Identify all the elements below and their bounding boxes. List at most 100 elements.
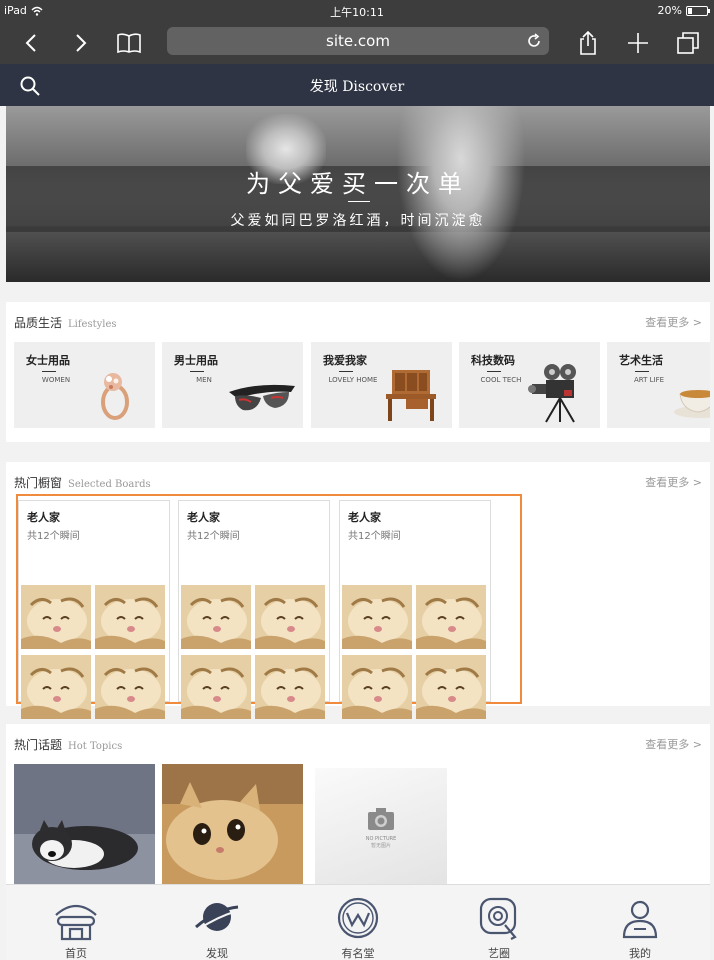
category-divider [190, 371, 204, 372]
hero-background-grass [6, 232, 710, 282]
section-title-cn: 热门话题 [14, 738, 63, 752]
category-subtitle: MEN [196, 376, 212, 384]
boards-section: 热门橱窗 Selected Boards 查看更多 > 老人家 共12个瞬间 老人… [6, 462, 710, 719]
hero-banner[interactable]: 为父爱买一次单 父爱如同巴罗洛红酒，时间沉淀愈 [6, 106, 710, 282]
board-title: 老人家 [348, 511, 381, 524]
board-count: 共12个瞬间 [348, 531, 401, 542]
reload-icon[interactable] [525, 32, 543, 50]
tab-home[interactable]: 首页 [26, 895, 126, 960]
category-title: 男士用品 [174, 354, 218, 367]
section-title: 热门橱窗 Selected Boards [14, 474, 151, 491]
back-icon[interactable] [16, 28, 46, 58]
tab-yiquan[interactable]: 艺圈 [449, 895, 549, 960]
category-subtitle: COOL TECH [480, 376, 522, 384]
tab-label: 我的 [629, 947, 651, 960]
category-divider [42, 371, 56, 372]
tab-label: 艺圈 [488, 947, 510, 960]
husky-puppy-image [14, 764, 155, 884]
section-title: 热门话题 Hot Topics [14, 736, 122, 753]
more-link[interactable]: 查看更多 > [645, 736, 702, 752]
tab-label: 有名堂 [341, 947, 375, 960]
category-card-art[interactable]: 艺术生活 ART LIFE [607, 342, 710, 428]
board-card[interactable]: 老人家 共12个瞬间 [178, 500, 330, 719]
person-icon [622, 900, 658, 939]
board-thumbnail [21, 655, 91, 719]
camera-icon [368, 807, 394, 830]
ring-icon [101, 373, 129, 420]
tab-discover[interactable]: 发现 [167, 895, 267, 960]
board-card[interactable]: 老人家 共12个瞬间 [18, 500, 170, 719]
share-icon[interactable] [573, 28, 603, 58]
topic-card-husky[interactable] [14, 764, 155, 884]
tab-mine[interactable]: 我的 [590, 895, 690, 960]
category-divider [339, 371, 353, 372]
browser-toolbar: site.com [0, 22, 714, 64]
page-title: 发现 Discover [309, 79, 405, 95]
battery-percent: 20% [657, 4, 682, 17]
bookmarks-icon[interactable] [114, 28, 144, 58]
more-link[interactable]: 查看更多 > [645, 314, 702, 330]
board-card[interactable]: 老人家 共12个瞬间 [339, 500, 491, 719]
tab-label: 发现 [206, 947, 228, 960]
board-count: 共12个瞬间 [187, 531, 240, 542]
site-header: 发现 Discover [0, 64, 714, 106]
clock: 上午10:11 [330, 6, 384, 19]
board-thumbnail [95, 655, 165, 719]
status-bar: iPad 上午10:11 20% [0, 0, 714, 22]
board-thumbnail [342, 655, 412, 719]
more-link[interactable]: 查看更多 > [645, 474, 702, 490]
board-title: 老人家 [27, 511, 60, 524]
section-title-cn: 热门橱窗 [14, 476, 63, 490]
planet-icon [195, 903, 239, 931]
board-thumbnail [95, 585, 165, 649]
board-thumbnail [342, 585, 412, 649]
category-title: 艺术生活 [619, 354, 663, 367]
category-divider [635, 371, 649, 372]
category-title: 科技数码 [471, 354, 515, 367]
new-tab-icon[interactable] [623, 28, 653, 58]
section-title-en: Lifestyles [68, 319, 117, 330]
tab-youmingtang[interactable]: 有名堂 [308, 895, 408, 960]
board-thumbnail [21, 585, 91, 649]
no-picture-placeholder[interactable]: NO PICTURE 暂无图片 [315, 768, 447, 886]
art-circle-icon [479, 897, 517, 940]
board-thumbnail [181, 655, 251, 719]
category-subtitle: LOVELY HOME [328, 376, 378, 384]
camera-projector-icon [528, 364, 576, 423]
category-title: 我爱我家 [323, 354, 367, 367]
teacup-icon [674, 390, 710, 418]
category-card-tech[interactable]: 科技数码 COOL TECH [459, 342, 600, 428]
section-title-en: Selected Boards [68, 479, 151, 490]
url-text: site.com [326, 32, 390, 50]
tabs-icon[interactable] [673, 28, 703, 58]
topic-card-kitten[interactable] [162, 764, 303, 884]
board-thumbnail [416, 585, 486, 649]
no-picture-label-cn: 暂无图片 [370, 842, 391, 849]
battery-icon [686, 5, 710, 16]
section-title: 品质生活 Lifestyles [14, 314, 117, 331]
board-thumbnail [255, 585, 325, 649]
topics-section: 热门话题 Hot Topics 查看更多 > NO PICTURE 暂无图片 [6, 724, 710, 886]
lifestyles-section: 品质生活 Lifestyles 查看更多 > 女士用品 WOMEN 男士用品 ME… [6, 302, 710, 442]
bottom-tab-bar: 首页 发现 有名堂 艺圈 我的 [6, 884, 710, 960]
tab-label: 首页 [65, 947, 87, 960]
hero-subline: 父爱如同巴罗洛红酒，时间沉淀愈 [230, 213, 486, 229]
section-title-cn: 品质生活 [14, 316, 63, 330]
board-thumbnail [416, 655, 486, 719]
board-thumbnail [181, 585, 251, 649]
board-title: 老人家 [187, 511, 220, 524]
hero-headline: 为父爱买一次单 [246, 170, 470, 198]
category-divider [487, 371, 501, 372]
sunglasses-icon [229, 384, 295, 411]
board-thumbnail [255, 655, 325, 719]
desk-icon [386, 370, 436, 421]
kitten-image [162, 764, 303, 884]
w-circle-icon [337, 897, 379, 939]
section-title-en: Hot Topics [68, 741, 123, 752]
category-card-home[interactable]: 我爱我家 LOVELY HOME [311, 342, 452, 428]
category-subtitle: WOMEN [41, 376, 71, 384]
forward-icon[interactable] [66, 28, 96, 58]
address-bar[interactable]: site.com [167, 27, 549, 55]
category-card-women[interactable]: 女士用品 WOMEN [14, 342, 155, 428]
category-card-men[interactable]: 男士用品 MEN [162, 342, 303, 428]
